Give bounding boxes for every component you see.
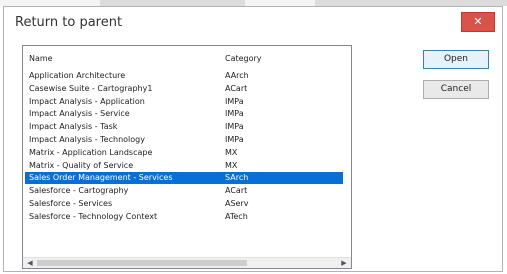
row-name: Matrix - Application Landscape (29, 147, 153, 157)
row-name: Impact Analysis - Technology (29, 135, 145, 144)
list-row[interactable]: Impact Analysis - Technology IMPa (25, 134, 343, 146)
row-category: SArch (225, 173, 249, 183)
row-name: Salesforce - Technology Context (29, 211, 158, 221)
row-name: Application Architecture (29, 71, 126, 80)
horizontal-scrollbar[interactable]: ◀ ▶ (23, 257, 351, 268)
column-header-name[interactable]: Name (29, 54, 53, 63)
row-category: AServ (225, 199, 249, 208)
row-name: Impact Analysis - Service (29, 109, 130, 119)
list-header: Name Category (23, 54, 351, 68)
row-name: Matrix - Quality of Service (29, 160, 134, 170)
title-bar: Return to parent ✕ (4, 7, 502, 38)
scroll-right-icon[interactable]: ▶ (339, 259, 349, 268)
row-category: IMPa (225, 122, 244, 132)
row-category: ATech (225, 211, 248, 221)
close-button[interactable]: ✕ (461, 12, 495, 32)
cancel-button[interactable]: Cancel (423, 80, 489, 99)
row-name: Casewise Suite - Cartography1 (29, 83, 153, 93)
row-name: Impact Analysis - Task (29, 122, 118, 132)
return-to-parent-dialog: Return to parent ✕ Name Category Applica… (3, 6, 503, 272)
list-row[interactable]: Sales Order Management - Services SArch (25, 172, 343, 185)
row-category: IMPa (225, 96, 244, 106)
list-row[interactable]: Impact Analysis - Service IMPa (25, 108, 343, 120)
row-name: Salesforce - Services (29, 199, 113, 208)
list-row[interactable]: Impact Analysis - Application IMPa (25, 96, 343, 108)
row-name: Impact Analysis - Application (29, 96, 145, 106)
column-header-category[interactable]: Category (225, 54, 262, 63)
parent-list[interactable]: Name Category Application Architecture AA… (22, 45, 352, 269)
row-name: Salesforce - Cartography (29, 186, 129, 196)
list-row[interactable]: Salesforce - Technology Context ATech (25, 211, 343, 223)
scroll-left-icon[interactable]: ◀ (25, 259, 35, 268)
row-category: IMPa (225, 109, 244, 119)
open-button[interactable]: Open (423, 50, 489, 69)
list-row[interactable]: Casewise Suite - Cartography1 ACart (25, 83, 343, 95)
list-row[interactable]: Matrix - Application Landscape MX (25, 147, 343, 159)
list-row[interactable]: Impact Analysis - Task IMPa (25, 121, 343, 133)
row-category: MX (225, 160, 238, 170)
row-category: AArch (225, 71, 249, 80)
row-name: Sales Order Management - Services (29, 173, 173, 183)
list-row[interactable]: Matrix - Quality of Service MX (25, 160, 343, 172)
row-category: MX (225, 147, 238, 157)
list-row[interactable]: Application Architecture AArch (25, 70, 343, 82)
row-category: ACart (225, 186, 248, 196)
list-row[interactable]: Salesforce - Services AServ (25, 198, 343, 210)
list-row[interactable]: Salesforce - Cartography ACart (25, 185, 343, 197)
row-category: IMPa (225, 135, 244, 144)
dialog-title: Return to parent (15, 15, 123, 30)
close-icon: ✕ (473, 15, 483, 28)
scrollbar-thumb[interactable] (37, 260, 247, 266)
row-category: ACart (225, 83, 248, 93)
